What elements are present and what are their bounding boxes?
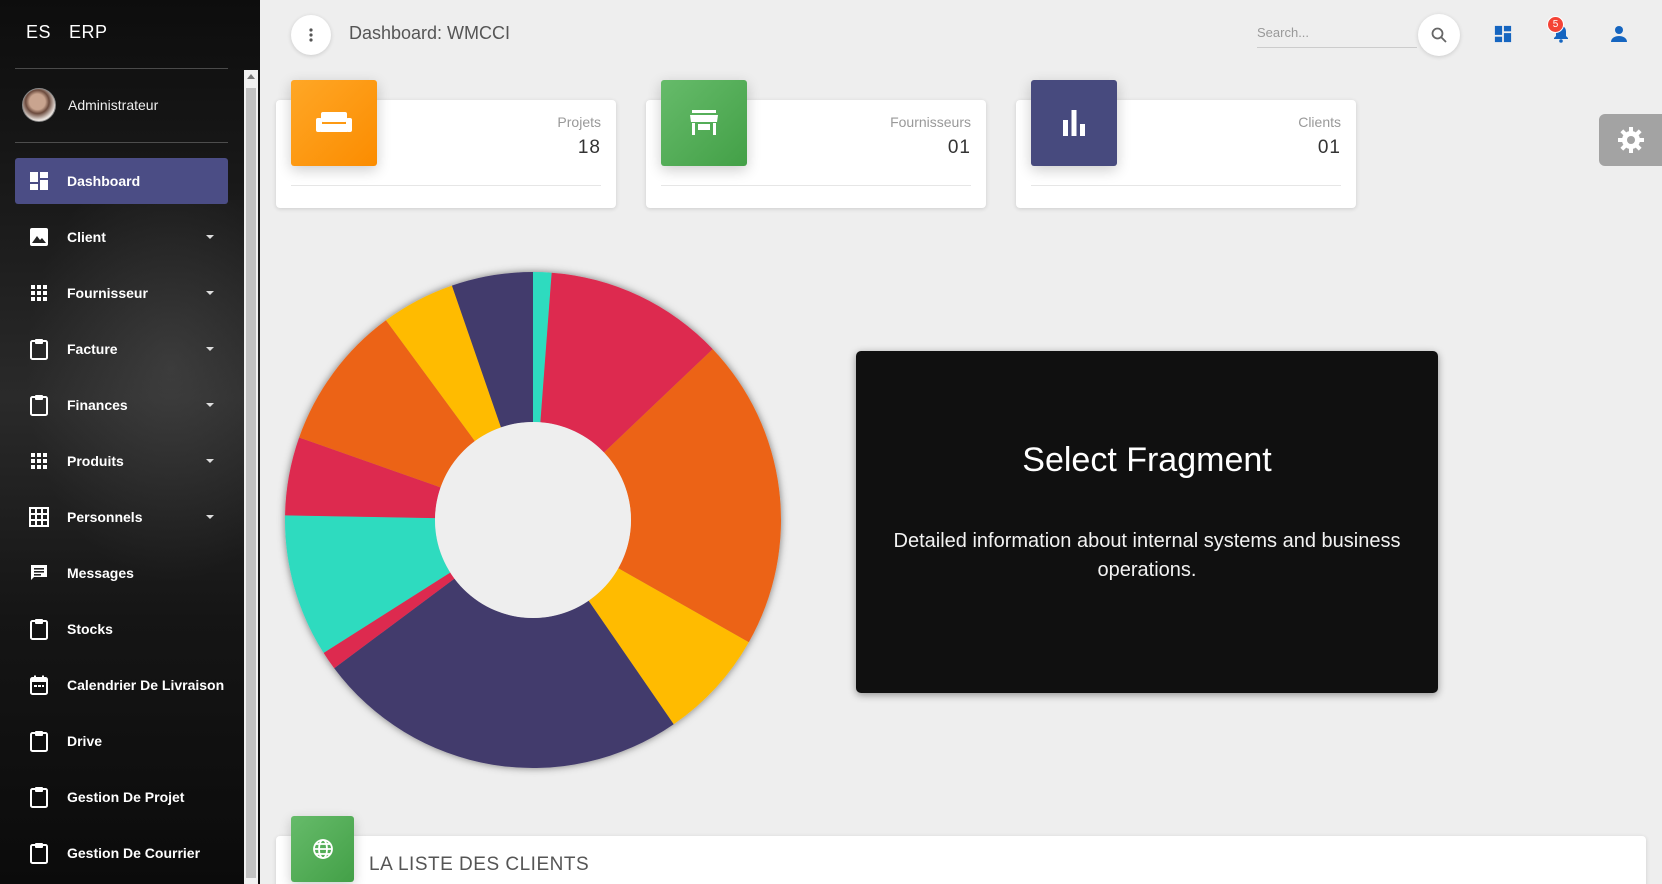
dashboard-view-button[interactable] [1491, 22, 1515, 46]
client-list-title: LA LISTE DES CLIENTS [369, 854, 590, 875]
user-profile[interactable]: Administrateur [22, 88, 158, 122]
brand-part-2: ERP [69, 22, 108, 42]
person-icon [1611, 26, 1627, 42]
sidebar-item-fournisseur[interactable]: Fournisseur [15, 270, 228, 316]
card-label: Fournisseurs [890, 114, 971, 130]
chevron-down-icon [206, 459, 214, 463]
clipboard-icon [28, 842, 50, 864]
select-fragment-panel[interactable]: Select Fragment Detailed information abo… [856, 351, 1438, 693]
sidebar-item-label: Dashboard [67, 173, 141, 189]
sidebar-item-messages[interactable]: Messages [15, 550, 228, 596]
more-vert-icon [309, 28, 313, 42]
chevron-down-icon [206, 291, 214, 295]
sidebar-divider [15, 142, 228, 143]
card-value: 18 [577, 137, 601, 158]
apps-grid-icon [28, 450, 50, 472]
sidebar-item-client[interactable]: Client [15, 214, 228, 260]
sidebar-item-stocks[interactable]: Stocks [15, 606, 228, 652]
sidebar-divider [15, 68, 228, 69]
chevron-down-icon [206, 515, 214, 519]
user-account-button[interactable] [1607, 22, 1631, 46]
sidebar-item-label: Stocks [67, 621, 113, 637]
card-value: 01 [1317, 137, 1341, 158]
clipboard-icon [28, 618, 50, 640]
sidebar-item-label: Messages [67, 565, 134, 581]
page-title: Dashboard: WMCCI [349, 23, 511, 43]
donut-hole [435, 422, 631, 618]
chevron-down-icon [206, 235, 214, 239]
sidebar-item-label: Produits [67, 453, 124, 469]
clipboard-icon [28, 394, 50, 416]
chevron-down-icon [206, 403, 214, 407]
sidebar-item-produits[interactable]: Produits [15, 438, 228, 484]
chevron-down-icon [206, 347, 214, 351]
sidebar-item-gestion-projet[interactable]: Gestion De Projet [15, 774, 228, 820]
notification-badge: 5 [1547, 16, 1564, 33]
donut-chart [285, 272, 781, 768]
card-label: Clients [1298, 114, 1341, 130]
sidebar: ES ERP Administrateur Dashboard Client Fo… [0, 0, 260, 884]
stat-card-clients[interactable]: Clients 01 [1016, 80, 1356, 208]
user-name: Administrateur [68, 97, 159, 113]
card-label: Projets [557, 114, 601, 130]
fragment-description: Detailed information about internal syst… [893, 530, 1401, 581]
globe-icon [291, 816, 354, 882]
card-value: 01 [947, 137, 971, 158]
scrollbar-thumb[interactable] [246, 88, 256, 878]
more-menu-button[interactable] [291, 15, 331, 55]
scroll-up-arrow-icon[interactable] [247, 74, 255, 79]
search-input[interactable] [1257, 18, 1417, 48]
sidebar-item-label: Calendrier De Livraison [67, 677, 225, 693]
brand-logo[interactable]: ES ERP [26, 22, 126, 43]
bar-chart-icon [1031, 80, 1117, 166]
brand-part-1: ES [26, 22, 52, 42]
dashboard-icon [1494, 25, 1512, 43]
store-icon [661, 80, 747, 166]
sidebar-item-facture[interactable]: Facture [15, 326, 228, 372]
sidebar-item-label: Drive [67, 733, 103, 749]
clipboard-icon [28, 730, 50, 752]
sidebar-item-dashboard[interactable]: Dashboard [15, 158, 228, 204]
sidebar-scrollbar[interactable] [244, 70, 258, 884]
card-divider [1031, 185, 1341, 186]
sidebar-item-label: Finances [67, 397, 128, 413]
search-button[interactable] [1418, 14, 1460, 56]
sidebar-item-finances[interactable]: Finances [15, 382, 228, 428]
sidebar-item-label: Personnels [67, 509, 143, 525]
clipboard-icon [28, 338, 50, 360]
message-icon [28, 562, 50, 584]
search-icon [1431, 27, 1447, 43]
clipboard-icon [28, 786, 50, 808]
sidebar-item-label: Gestion De Projet [67, 789, 185, 805]
sidebar-item-label: Gestion De Courrier [67, 845, 201, 861]
stat-card-projets[interactable]: Projets 18 [276, 80, 616, 208]
sidebar-item-gestion-courrier[interactable]: Gestion De Courrier [15, 830, 228, 876]
fragment-title: Select Fragment [1022, 441, 1272, 479]
grid-on-icon [28, 506, 50, 528]
image-icon [28, 226, 50, 248]
sidebar-item-calendrier[interactable]: Calendrier De Livraison [15, 662, 228, 708]
card-divider [291, 185, 601, 186]
dashboard-icon [28, 170, 50, 192]
apps-grid-icon [28, 282, 50, 304]
sidebar-item-label: Fournisseur [67, 285, 148, 301]
sidebar-item-drive[interactable]: Drive [15, 718, 228, 764]
sidebar-item-label: Client [67, 229, 106, 245]
stat-card-fournisseurs[interactable]: Fournisseurs 01 [646, 80, 986, 208]
sidebar-item-label: Facture [67, 341, 118, 357]
gear-icon [1617, 127, 1644, 153]
settings-button[interactable] [1599, 114, 1662, 166]
card-divider [661, 185, 971, 186]
sidebar-nav: Dashboard Client Fournisseur Facture Fin… [15, 158, 228, 884]
calendar-icon [28, 674, 50, 696]
weekend-icon [291, 80, 377, 166]
avatar [22, 88, 56, 122]
sidebar-item-personnels[interactable]: Personnels [15, 494, 228, 540]
